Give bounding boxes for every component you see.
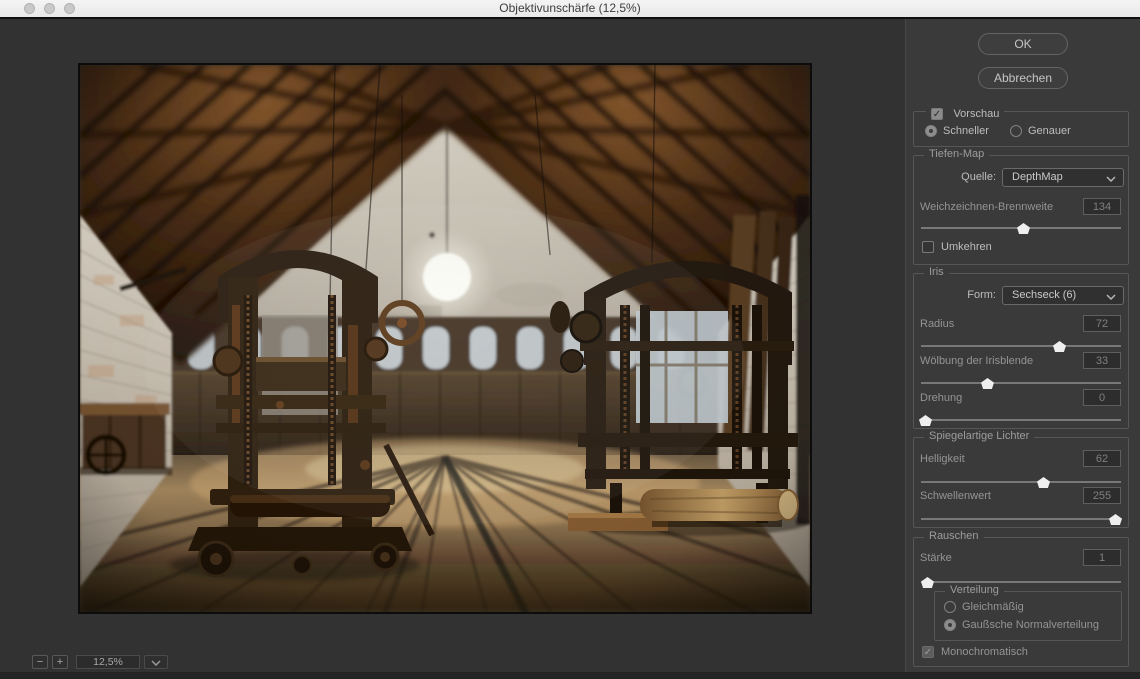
distribution-group: Verteilung Gleichmäßig Gaußsche Normalve… xyxy=(934,591,1122,641)
zoom-out-button[interactable]: − xyxy=(32,655,48,669)
ok-button[interactable]: OK xyxy=(978,33,1068,55)
slider-thumb[interactable] xyxy=(1017,223,1030,234)
preview-label: Vorschau xyxy=(953,108,999,120)
blade-curvature-slider[interactable] xyxy=(921,377,1121,389)
iris-group-title: Iris xyxy=(924,266,949,278)
more-accurate-label: Genauer xyxy=(1028,125,1071,137)
window-bottom-edge xyxy=(0,672,1140,679)
shape-dropdown-value: Sechseck (6) xyxy=(1012,289,1076,301)
threshold-slider[interactable] xyxy=(921,513,1121,525)
blade-curvature-value[interactable]: 33 xyxy=(1083,352,1121,369)
chevron-down-icon xyxy=(1106,294,1116,300)
invert-checkbox[interactable] xyxy=(922,241,934,253)
blur-focal-distance-value[interactable]: 134 xyxy=(1083,198,1121,215)
amount-label: Stärke xyxy=(920,552,952,564)
slider-thumb[interactable] xyxy=(921,577,934,588)
rotation-label: Drehung xyxy=(920,392,962,404)
radius-label: Radius xyxy=(920,318,954,330)
titlebar[interactable]: Objektivunschärfe (12,5%) xyxy=(0,0,1140,17)
settings-panel: OK Abbrechen ✓ Vorschau Schneller Genaue… xyxy=(905,19,1140,672)
brightness-value[interactable]: 62 xyxy=(1083,450,1121,467)
preview-photo-rendering xyxy=(80,65,810,612)
dialog-content: − + 12,5% OK Abbrechen ✓ Vorschau Schnel… xyxy=(0,17,1140,672)
shape-dropdown[interactable]: Sechseck (6) xyxy=(1002,286,1124,305)
faster-label: Schneller xyxy=(943,125,989,137)
noise-group-title: Rauschen xyxy=(924,530,984,542)
monochromatic-label: Monochromatisch xyxy=(941,646,1028,658)
rotation-slider[interactable] xyxy=(921,414,1121,426)
preview-photo[interactable] xyxy=(78,63,812,614)
depth-map-group-title: Tiefen-Map xyxy=(924,148,989,160)
source-dropdown-value: DepthMap xyxy=(1012,171,1063,183)
amount-value[interactable]: 1 xyxy=(1083,549,1121,566)
shape-label: Form: xyxy=(914,289,996,301)
uniform-label: Gleichmäßig xyxy=(962,601,1024,613)
gaussian-label: Gaußsche Normalverteilung xyxy=(962,619,1099,631)
specular-highlights-group-title: Spiegelartige Lichter xyxy=(924,430,1034,442)
threshold-value[interactable]: 255 xyxy=(1083,487,1121,504)
chevron-down-icon xyxy=(1106,176,1116,182)
lens-blur-dialog: Objektivunschärfe (12,5%) xyxy=(0,0,1140,679)
radius-value[interactable]: 72 xyxy=(1083,315,1121,332)
more-accurate-radio[interactable] xyxy=(1010,125,1022,137)
uniform-radio[interactable] xyxy=(944,601,956,613)
preview-group-title: ✓ Vorschau xyxy=(926,105,1004,118)
radius-slider[interactable] xyxy=(921,340,1121,352)
specular-highlights-group: Spiegelartige Lichter Helligkeit 62 Schw… xyxy=(913,437,1129,528)
rotation-value[interactable]: 0 xyxy=(1083,389,1121,406)
preview-checkbox[interactable]: ✓ xyxy=(931,108,943,120)
brightness-label: Helligkeit xyxy=(920,453,965,465)
slider-thumb[interactable] xyxy=(919,415,932,426)
window-title: Objektivunschärfe (12,5%) xyxy=(0,1,1140,15)
preview-canvas: − + 12,5% xyxy=(0,19,903,672)
iris-group: Iris Form: Sechseck (6) Radius 72 Wölbun… xyxy=(913,273,1129,429)
slider-thumb[interactable] xyxy=(1037,477,1050,488)
zoom-level-dropdown[interactable] xyxy=(144,655,168,669)
cancel-button[interactable]: Abbrechen xyxy=(978,67,1068,89)
depth-map-group: Tiefen-Map Quelle: DepthMap Weichzeichne… xyxy=(913,155,1129,265)
slider-thumb[interactable] xyxy=(1053,341,1066,352)
chevron-down-icon xyxy=(151,660,161,666)
slider-thumb[interactable] xyxy=(1109,514,1122,525)
distribution-group-title: Verteilung xyxy=(945,584,1004,596)
source-dropdown[interactable]: DepthMap xyxy=(1002,168,1124,187)
threshold-label: Schwellenwert xyxy=(920,490,991,502)
slider-thumb[interactable] xyxy=(981,378,994,389)
zoom-level-value[interactable]: 12,5% xyxy=(76,655,140,669)
noise-group: Rauschen Stärke 1 Verteilung Gleichmäßig… xyxy=(913,537,1129,667)
faster-radio[interactable] xyxy=(925,125,937,137)
monochromatic-checkbox[interactable]: ✓ xyxy=(922,646,934,658)
blur-focal-distance-label: Weichzeichnen-Brennweite xyxy=(920,201,1053,213)
zoom-in-button[interactable]: + xyxy=(52,655,68,669)
preview-group: ✓ Vorschau Schneller Genauer xyxy=(913,111,1129,147)
invert-label: Umkehren xyxy=(941,241,992,253)
source-label: Quelle: xyxy=(914,171,996,183)
gaussian-radio[interactable] xyxy=(944,619,956,631)
blur-focal-distance-slider[interactable] xyxy=(921,222,1121,234)
blade-curvature-label: Wölbung der Irisblende xyxy=(920,355,1033,367)
zoom-bar: − + 12,5% xyxy=(0,653,903,672)
